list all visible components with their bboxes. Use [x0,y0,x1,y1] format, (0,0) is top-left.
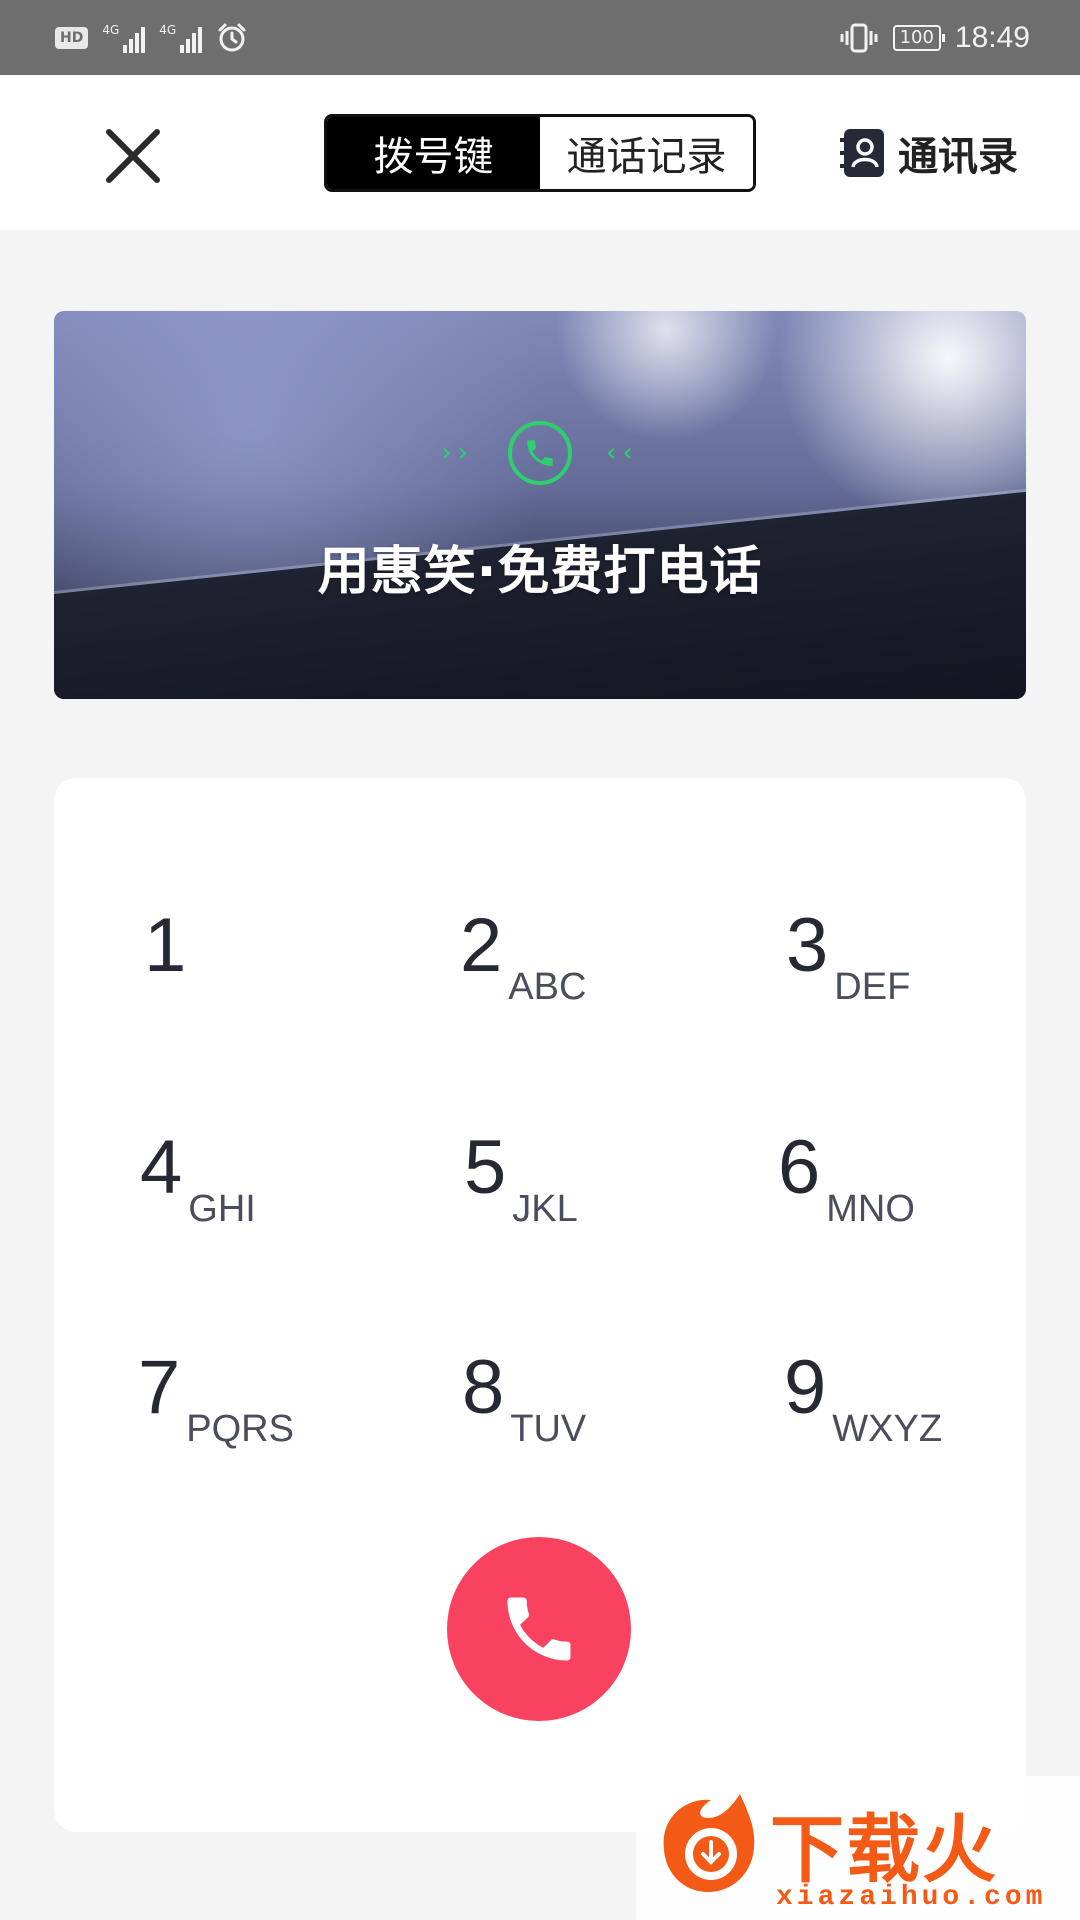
key-digit: 9 [784,1345,827,1430]
network-type-label: 4G [159,22,177,37]
key-letters: JKL [512,1188,578,1230]
dial-key-9[interactable]: 9 WXYZ [784,1350,1044,1490]
contacts-button[interactable]: 通讯录 [840,125,1018,181]
flame-logo-icon [663,1794,755,1892]
vibrate-icon [840,23,878,52]
promo-banner[interactable]: ›› ‹‹ 用惠笑·免费打电话 [54,311,1026,699]
watermark-text: 下载火 [770,1807,998,1893]
top-nav: 拨号键 通话记录 通讯录 [0,75,1080,230]
key-letters: PQRS [186,1408,294,1450]
phone-icon [507,1597,571,1661]
tab-call-history[interactable]: 通话记录 [540,117,753,189]
banner-title: 用惠笑·免费打电话 [317,542,763,602]
dial-key-5[interactable]: 5 JKL [464,1130,724,1270]
close-icon [106,129,160,183]
key-letters: MNO [826,1188,915,1230]
key-digit: 2 [460,903,503,988]
key-digit: 6 [778,1125,821,1210]
key-letters: TUV [510,1408,587,1450]
key-letters: GHI [188,1188,256,1230]
site-watermark: 下载火 xiazaihuo.com [636,1776,1080,1920]
dial-key-6[interactable]: 6 MNO [778,1130,1038,1270]
key-digit: 8 [462,1345,505,1430]
dial-key-8[interactable]: 8 TUV [462,1350,722,1490]
signal-icon: 4G [159,22,203,53]
key-letters: WXYZ [832,1408,943,1450]
status-right: 100 18:49 [839,21,1030,55]
chevron-left-icon: ‹‹ [606,438,639,468]
key-digit: 3 [786,903,829,988]
dial-key-4[interactable]: 4 GHI [140,1130,400,1270]
dial-key-1[interactable]: 1 [144,908,404,1048]
dial-key-2[interactable]: 2 ABC [460,908,720,1048]
key-digit: 5 [464,1125,507,1210]
signal-icon: 4G [102,22,146,53]
close-button[interactable] [98,121,168,191]
status-bar: HD 4G 4G 100 18:49 [0,0,1080,75]
chevron-right-icon: ›› [441,438,474,468]
key-digit: 1 [144,903,187,988]
phone-icon [508,421,572,485]
tab-dialpad[interactable]: 拨号键 [327,117,540,189]
key-letters: DEF [834,966,911,1008]
watermark-url: xiazaihuo.com [776,1882,1047,1913]
dial-key-3[interactable]: 3 DEF [786,908,1046,1048]
dialpad: 1 2 ABC 3 DEF 4 GHI 5 JKL 6 MNO 7 PQRS 8… [54,778,1026,1832]
hd-badge: HD [55,26,89,49]
key-digit: 4 [140,1125,183,1210]
network-type-label: 4G [102,22,120,37]
alarm-icon [218,23,246,51]
key-letters: ABC [508,966,587,1008]
key-digit: 7 [138,1345,181,1430]
status-time: 18:49 [954,20,1030,54]
status-left: HD 4G 4G [55,22,248,54]
call-button[interactable] [447,1537,631,1721]
tab-switcher: 拨号键 通话记录 [324,114,756,192]
dial-key-7[interactable]: 7 PQRS [138,1350,398,1490]
contacts-book-icon [840,129,884,177]
battery-indicator: 100 [892,24,946,51]
banner-call-row: ›› ‹‹ [54,421,1026,485]
contacts-label: 通讯录 [898,134,1018,180]
